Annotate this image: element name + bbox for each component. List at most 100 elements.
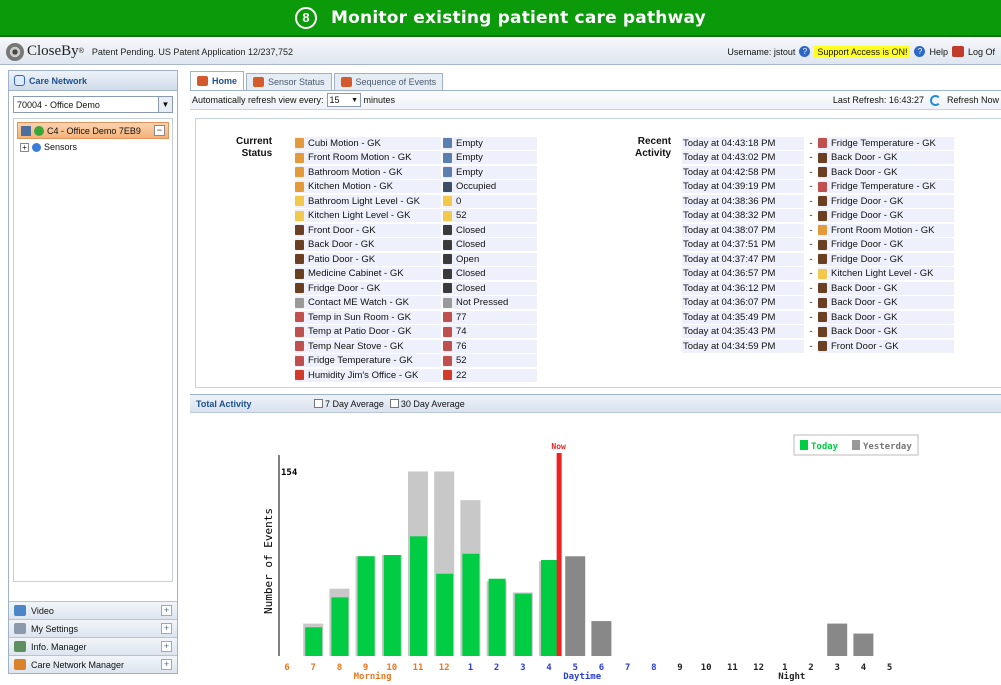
status-row[interactable]: Front Room Motion - GK Empty xyxy=(295,151,537,166)
sidebar-footer-item[interactable]: My Settings + xyxy=(9,619,177,637)
activity-separator: - xyxy=(809,239,813,251)
status-row[interactable]: Kitchen Motion - GK Occupied xyxy=(295,180,537,195)
refresh-now-link[interactable]: Refresh Now xyxy=(947,95,999,105)
status-row[interactable]: Kitchen Light Level - GK 52 xyxy=(295,209,537,224)
logoff-icon[interactable] xyxy=(951,46,964,57)
activity-row[interactable]: Today at 04:36:12 PM - Back Door - GK xyxy=(682,281,954,296)
activity-sensor-cell: Fridge Door - GK xyxy=(818,238,954,252)
activity-row[interactable]: Today at 04:35:43 PM - Back Door - GK xyxy=(682,325,954,340)
sensor-value: 76 xyxy=(456,340,467,352)
sensor-value-cell: 52 xyxy=(443,209,537,223)
status-row[interactable]: Bathroom Motion - GK Empty xyxy=(295,165,537,180)
sensor-name-cell: Patio Door - GK xyxy=(295,252,441,266)
tab-sequence-of-events[interactable]: Sequence of Events xyxy=(333,73,444,90)
activity-separator: - xyxy=(809,297,813,309)
sensor-name: Humidity Jim's Office - GK xyxy=(308,369,419,381)
tree-node-office-demo[interactable]: C4 - Office Demo 7EB9 − xyxy=(17,122,169,139)
expand-icon[interactable]: + xyxy=(161,659,172,670)
status-row[interactable]: Humidity Jim's Office - GK 22 xyxy=(295,368,537,383)
legend-swatch xyxy=(800,440,808,450)
legend-swatch xyxy=(852,440,860,450)
bar-today xyxy=(488,578,506,656)
sensor-value-cell: Occupied xyxy=(443,180,537,194)
checkbox-icon[interactable] xyxy=(314,399,323,408)
closeby-logo[interactable]: CloseBy ® xyxy=(6,42,92,61)
status-row[interactable]: Fridge Temperature - GK 52 xyxy=(295,354,537,369)
thermometer-icon xyxy=(443,355,452,366)
status-row[interactable]: Temp Near Stove - GK 76 xyxy=(295,339,537,354)
chevron-down-icon[interactable]: ▼ xyxy=(158,97,172,112)
activity-row[interactable]: Today at 04:38:07 PM - Front Room Motion -… xyxy=(682,223,954,238)
activity-time: Today at 04:39:19 PM xyxy=(682,180,804,194)
activity-time: Today at 04:43:18 PM xyxy=(682,136,804,150)
sensor-name: Front Door - GK xyxy=(308,224,376,236)
y-max-label: 154 xyxy=(281,468,298,478)
activity-row[interactable]: Today at 04:38:36 PM - Fridge Door - GK xyxy=(682,194,954,209)
status-row[interactable]: Temp in Sun Room - GK 77 xyxy=(295,310,537,325)
refresh-interval-select[interactable]: 15 ▼ xyxy=(326,93,361,107)
activity-sensor-cell: Back Door - GK xyxy=(818,281,954,295)
seven-day-average-checkbox[interactable]: 7 Day Average xyxy=(314,399,384,409)
status-row[interactable]: Bathroom Light Level - GK 0 xyxy=(295,194,537,209)
help-link[interactable]: Help xyxy=(929,47,948,57)
bar-yesterday xyxy=(565,556,586,656)
expand-icon[interactable]: + xyxy=(161,641,172,652)
activity-row[interactable]: Today at 04:43:02 PM - Back Door - GK xyxy=(682,151,954,166)
expand-icon[interactable]: + xyxy=(20,142,29,152)
chevron-down-icon[interactable]: ▼ xyxy=(350,97,360,104)
thermometer-icon xyxy=(295,355,304,366)
activity-time: Today at 04:34:59 PM xyxy=(682,339,804,353)
thirty-day-average-checkbox[interactable]: 30 Day Average xyxy=(389,399,465,409)
activity-row[interactable]: Today at 04:39:19 PM - Fridge Temperature … xyxy=(682,180,954,195)
activity-row[interactable]: Today at 04:42:58 PM - Back Door - GK xyxy=(682,165,954,180)
bar-today xyxy=(305,627,323,656)
care-network-header[interactable]: Care Network xyxy=(9,71,177,91)
tab-label: Home xyxy=(212,76,238,86)
activity-row[interactable]: Today at 04:43:18 PM - Fridge Temperature … xyxy=(682,136,954,151)
collapse-icon[interactable]: − xyxy=(154,125,165,136)
door-icon xyxy=(818,283,827,294)
patent-notice: Patent Pending. US Patent Application 12… xyxy=(91,46,294,57)
activity-row[interactable]: Today at 04:36:07 PM - Back Door - GK xyxy=(682,296,954,311)
status-row[interactable]: Back Door - GK Closed xyxy=(295,238,537,253)
tab-sensor-status[interactable]: Sensor Status xyxy=(246,73,332,90)
support-access-badge[interactable]: Support Access is ON! xyxy=(814,45,911,58)
network-tree: C4 - Office Demo 7EB9 − + Sensors xyxy=(13,118,173,582)
expand-icon[interactable]: + xyxy=(161,623,172,634)
status-row[interactable]: Patio Door - GK Open xyxy=(295,252,537,267)
refresh-suffix: minutes xyxy=(363,95,396,105)
status-row[interactable]: Temp at Patio Door - GK 74 xyxy=(295,325,537,340)
sidebar-footer-item[interactable]: Info. Manager + xyxy=(9,637,177,655)
sidebar-footer-item[interactable]: Care Network Manager + xyxy=(9,655,177,673)
status-row[interactable]: Medicine Cabinet - GK Closed xyxy=(295,267,537,282)
activity-separator: - xyxy=(809,195,813,207)
status-row[interactable]: Fridge Door - GK Closed xyxy=(295,281,537,296)
logoff-link[interactable]: Log Of xyxy=(968,47,995,57)
tab-home[interactable]: Home xyxy=(190,71,245,90)
activity-row[interactable]: Today at 04:37:47 PM - Fridge Door - GK xyxy=(682,252,954,267)
help-icon[interactable]: ? xyxy=(914,46,926,57)
activity-row[interactable]: Today at 04:34:59 PM - Front Door - GK xyxy=(682,339,954,354)
network-select[interactable]: 70004 - Office Demo ▼ xyxy=(13,96,173,113)
legend-label: Today xyxy=(811,442,839,452)
status-row[interactable]: Cubi Motion - GK Empty xyxy=(295,136,537,151)
tree-node-sensors[interactable]: + Sensors xyxy=(20,142,169,152)
status-row[interactable]: Front Door - GK Closed xyxy=(295,223,537,238)
sidebar-footer-item[interactable]: Video + xyxy=(9,601,177,619)
events-icon xyxy=(340,77,352,87)
activity-row[interactable]: Today at 04:36:57 PM - Kitchen Light Level… xyxy=(682,267,954,282)
expand-icon[interactable]: + xyxy=(161,605,172,616)
activity-row[interactable]: Today at 04:38:32 PM - Fridge Door - GK xyxy=(682,209,954,224)
status-row[interactable]: Contact ME Watch - GK Not Pressed xyxy=(295,296,537,311)
video-icon xyxy=(14,605,26,616)
sensor-value-cell: Closed xyxy=(443,238,537,252)
sensor-value: 52 xyxy=(456,355,467,367)
chart-header: Total Activity 7 Day Average 30 Day Aver… xyxy=(190,395,1001,413)
network-select-value: 70004 - Office Demo xyxy=(17,99,100,110)
refresh-icon[interactable] xyxy=(929,94,941,106)
motion-icon xyxy=(295,152,304,163)
activity-row[interactable]: Today at 04:37:51 PM - Fridge Door - GK xyxy=(682,238,954,253)
activity-row[interactable]: Today at 04:35:49 PM - Back Door - GK xyxy=(682,310,954,325)
checkbox-icon[interactable] xyxy=(389,399,399,408)
sensor-name: Bathroom Motion - GK xyxy=(308,166,403,178)
